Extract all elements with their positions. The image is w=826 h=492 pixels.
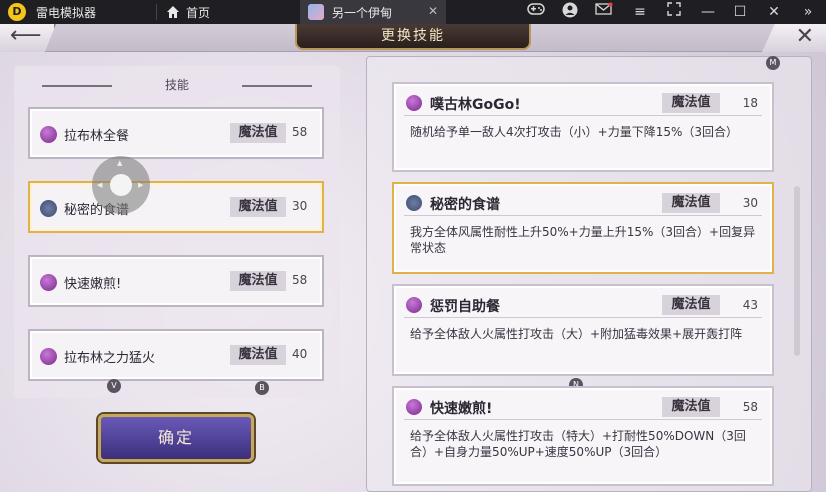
- skill-description: 给予全体敌人火属性打攻击（特大）+打耐性50%DOWN（3回合）+自身力量50%…: [410, 429, 746, 459]
- maximize-icon[interactable]: ☐: [730, 2, 750, 22]
- fire-skill-icon: [406, 95, 422, 111]
- emulator-logo-icon: D: [8, 3, 26, 21]
- emulator-titlebar: D 雷电模拟器 首页 另一个伊甸 ✕ ≡ — ☐ ✕ »: [0, 0, 826, 24]
- titlebar-divider: [156, 4, 157, 20]
- mp-value: 30: [292, 199, 308, 213]
- mp-label: 魔法值: [230, 345, 286, 365]
- skill-description: 随机给予单一敌人4次打攻击（小）+力量下降15%（3回合）: [410, 125, 738, 139]
- wind-skill-icon: [406, 195, 422, 211]
- confirm-button[interactable]: 确定: [98, 414, 254, 462]
- skill-item-header: 快速嫩煎! 魔法值 58: [404, 396, 762, 420]
- fire-skill-icon: [40, 348, 57, 365]
- user-avatar-icon[interactable]: [560, 2, 580, 22]
- skill-description: 我方全体风属性耐性上升50%+力量上升15%（3回合）+回复异常状态: [410, 225, 756, 255]
- header-ornament-right: [242, 85, 312, 87]
- tab-home[interactable]: 首页: [162, 0, 292, 24]
- virtual-joystick[interactable]: ▲ ◀ ▶: [92, 156, 150, 214]
- app-name: 雷电模拟器: [36, 6, 97, 20]
- mp-value: 18: [742, 96, 758, 110]
- skill-name: 惩罚自助餐: [430, 299, 500, 315]
- skill-name: 快速嫩煎!: [64, 277, 122, 292]
- mp-value: 43: [742, 298, 758, 312]
- back-arrow-icon: ⟵: [10, 24, 42, 48]
- skill-slot-3[interactable]: 快速嫩煎! 魔法值 58: [28, 255, 324, 307]
- skill-list-item[interactable]: 快速嫩煎! 魔法值 58 给予全体敌人火属性打攻击（特大）+打耐性50%DOWN…: [392, 386, 774, 486]
- fire-skill-icon: [406, 399, 422, 415]
- skills-header-label: 技能: [164, 78, 189, 92]
- skill-name: 噗古林GoGo!: [430, 97, 521, 113]
- home-icon: [167, 6, 179, 18]
- joystick-knob[interactable]: [110, 174, 132, 196]
- fire-skill-icon: [40, 274, 57, 291]
- skill-item-header: 噗古林GoGo! 魔法值 18: [404, 92, 762, 116]
- skill-name: 秘密的食谱: [430, 197, 500, 213]
- menu-icon[interactable]: ≡: [630, 2, 650, 22]
- key-hint-b: B: [255, 381, 269, 395]
- skill-list-item[interactable]: 噗古林GoGo! 魔法值 18 随机给予单一敌人4次打攻击（小）+力量下降15%…: [392, 82, 774, 172]
- fire-skill-icon: [406, 297, 422, 313]
- skill-name: 快速嫩煎!: [430, 401, 493, 417]
- skill-item-header: 秘密的食谱 魔法值 30: [404, 192, 762, 216]
- close-icon: ✕: [795, 24, 814, 49]
- game-app-icon: [308, 4, 324, 20]
- skill-list-item[interactable]: 惩罚自助餐 魔法值 43 给予全体敌人火属性打攻击（大）+附加猛毒效果+展开轰打…: [392, 284, 774, 376]
- key-hint-m: M: [766, 56, 780, 70]
- mp-value: 40: [292, 347, 308, 361]
- close-window-icon[interactable]: ✕: [764, 2, 784, 22]
- mp-label: 魔法值: [662, 193, 720, 213]
- minimize-icon[interactable]: —: [698, 2, 718, 22]
- mp-value: 58: [742, 400, 758, 414]
- mp-label: 魔法值: [662, 295, 720, 315]
- skill-slot-1[interactable]: 拉布林全餐 魔法值 58: [28, 107, 324, 159]
- fire-skill-icon: [40, 126, 57, 143]
- skills-header: 技能: [14, 76, 340, 96]
- mail-icon[interactable]: [594, 2, 614, 22]
- mp-value: 58: [292, 125, 308, 139]
- wind-skill-icon: [40, 200, 57, 217]
- mp-label: 魔法值: [662, 397, 720, 417]
- mp-label: 魔法值: [230, 197, 286, 217]
- joystick-right-icon: ▶: [138, 181, 144, 189]
- skill-list-item[interactable]: 秘密的食谱 魔法值 30 我方全体风属性耐性上升50%+力量上升15%（3回合）…: [392, 182, 774, 274]
- joystick-left-icon: ◀: [97, 181, 103, 189]
- skill-slot-4[interactable]: 拉布林之力猛火 魔法值 40: [28, 329, 324, 381]
- skill-item-header: 惩罚自助餐 魔法值 43: [404, 294, 762, 318]
- header-ornament-left: [42, 85, 112, 87]
- page-title: 更换技能: [295, 24, 531, 50]
- gamepad-icon[interactable]: [526, 2, 546, 22]
- tab-game[interactable]: 另一个伊甸 ✕: [300, 0, 446, 24]
- tab-close-icon[interactable]: ✕: [428, 4, 438, 18]
- mp-label: 魔法值: [230, 123, 286, 143]
- skill-name: 拉布林之力猛火: [64, 351, 156, 366]
- sidebar-toggle-icon[interactable]: »: [798, 2, 818, 22]
- mp-label: 魔法值: [230, 271, 286, 291]
- mp-value: 58: [292, 273, 308, 287]
- skill-slot-2[interactable]: 秘密的食谱 魔法值 30: [28, 181, 324, 233]
- mp-label: 魔法值: [662, 93, 720, 113]
- tab-game-label: 另一个伊甸: [332, 6, 393, 20]
- mp-value: 30: [742, 196, 758, 210]
- skill-name: 拉布林全餐: [64, 129, 130, 144]
- joystick-up-icon: ▲: [117, 159, 123, 167]
- fullscreen-icon[interactable]: [664, 2, 684, 22]
- skill-list-scrollbar[interactable]: [794, 186, 800, 356]
- key-hint-v: V: [107, 379, 121, 393]
- tab-home-label: 首页: [186, 6, 211, 20]
- skill-description: 给予全体敌人火属性打攻击（大）+附加猛毒效果+展开轰打阵: [410, 327, 743, 341]
